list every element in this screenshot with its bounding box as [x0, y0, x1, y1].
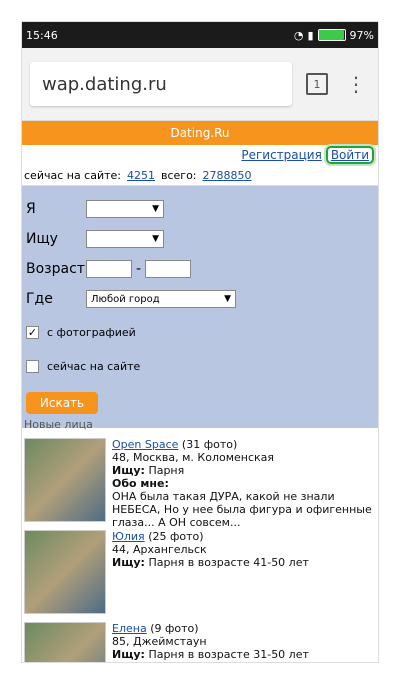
age-label: Возраст [26, 261, 85, 277]
online-now-label: сейчас на сайте [47, 360, 141, 373]
age-row: Возраст - [26, 260, 192, 278]
online-label: сейчас на сайте: [24, 168, 121, 182]
profile-seek-label: Ищу: [112, 464, 145, 477]
profile-seek: Парня [148, 464, 185, 477]
status-time: 15:46 [26, 28, 58, 42]
seek-label: Ищу [26, 231, 58, 247]
age-to-input[interactable] [145, 260, 192, 278]
signal-icon: ▮ [307, 28, 314, 42]
battery-icon [317, 29, 346, 41]
city-select[interactable]: Любой город ▼ [86, 290, 236, 308]
profile-name-link[interactable]: Open Space [112, 438, 178, 451]
tabs-button[interactable]: 1 [306, 73, 328, 95]
profile-photo[interactable] [24, 530, 106, 614]
total-count-link[interactable]: 2788850 [203, 169, 252, 182]
profile-info: Елена (9 фото) 85, Джеймстаун Ищу: Парня… [112, 622, 372, 662]
battery-percent: 97% [349, 28, 374, 42]
url-field[interactable]: wap.dating.ru [30, 62, 292, 106]
online-count-link[interactable]: 4251 [127, 169, 155, 182]
profile-card: Юлия (25 фото) 44, Архангельск Ищу: Парн… [24, 530, 372, 614]
auth-links: Регистрация Войти [22, 145, 378, 165]
profile-name-link[interactable]: Елена [112, 622, 147, 635]
profile-seek: Парня в возрасте 41-50 лет [148, 556, 309, 569]
profile-photos-count: (25 фото) [148, 530, 204, 543]
with-photo-row: ✓ с фотографией [26, 326, 136, 339]
dropdown-arrow-icon: ▼ [152, 204, 159, 214]
profile-location: 85, Джеймстаун [112, 635, 207, 648]
profile-seek: Парня в возрасте 31-50 лет [148, 648, 309, 661]
dropdown-arrow-icon: ▼ [224, 294, 231, 304]
online-now-checkbox[interactable] [26, 360, 39, 373]
total-label: всего: [161, 168, 197, 182]
new-faces-title: Новые лица [24, 418, 93, 431]
iam-label: Я [26, 201, 36, 217]
profile-card: Open Space (31 фото) 48, Москва, м. Коло… [24, 438, 372, 529]
profile-card: Елена (9 фото) 85, Джеймстаун Ищу: Парня… [24, 622, 372, 662]
status-icons: ◔ ▮ 97% [294, 29, 374, 42]
profile-seek-label: Ищу: [112, 556, 145, 569]
search-form: Я ▼ Ищу ▼ Возраст - Где Любой город ▼ ✓ … [22, 186, 378, 428]
with-photo-checkbox[interactable]: ✓ [26, 326, 39, 339]
profile-about-label: Обо мне: [112, 477, 169, 490]
search-button[interactable]: Искать [26, 392, 98, 414]
age-dash: - [136, 261, 142, 277]
site-banner: Dating.Ru [22, 121, 378, 145]
profile-location: 48, Москва, м. Коломенская [112, 451, 275, 464]
age-from-input[interactable] [86, 260, 132, 278]
browser-toolbar: wap.dating.ru 1 ⋮ [22, 48, 378, 121]
profile-name-link[interactable]: Юлия [112, 530, 145, 543]
profile-seek-label: Ищу: [112, 648, 145, 661]
register-link[interactable]: Регистрация [241, 148, 321, 162]
profile-info: Open Space (31 фото) 48, Москва, м. Коло… [112, 438, 372, 529]
profile-location: 44, Архангельск [112, 543, 207, 556]
iam-row: Я ▼ [26, 200, 164, 218]
profile-about: ОНА была такая ДУРА, какой не знали НЕБЕ… [112, 490, 372, 529]
dropdown-arrow-icon: ▼ [152, 234, 159, 244]
profile-photos-count: (31 фото) [181, 438, 238, 451]
site-stats: сейчас на сайте: 4251 всего: 2788850 [22, 165, 378, 186]
where-label: Где [26, 291, 53, 307]
profile-photos-count: (9 фото) [150, 622, 199, 635]
profile-photo[interactable] [24, 622, 106, 662]
status-bar: 15:46 ◔ ▮ 97% [22, 22, 378, 48]
overflow-menu-icon[interactable]: ⋮ [342, 72, 370, 96]
online-now-row: сейчас на сайте [26, 360, 140, 373]
seek-row: Ищу ▼ [26, 230, 164, 248]
wifi-icon: ◔ [293, 28, 304, 42]
city-value: Любой город [91, 293, 160, 305]
iam-select[interactable]: ▼ [86, 200, 164, 218]
seek-select[interactable]: ▼ [86, 230, 164, 248]
phone-screen: 15:46 ◔ ▮ 97% wap.dating.ru 1 ⋮ Dating.R… [22, 22, 378, 662]
with-photo-label: с фотографией [47, 326, 136, 339]
profile-photo[interactable] [24, 438, 106, 522]
profile-info: Юлия (25 фото) 44, Архангельск Ищу: Парн… [112, 530, 372, 614]
login-link[interactable]: Войти [325, 146, 374, 164]
where-row: Где Любой город ▼ [26, 290, 236, 308]
